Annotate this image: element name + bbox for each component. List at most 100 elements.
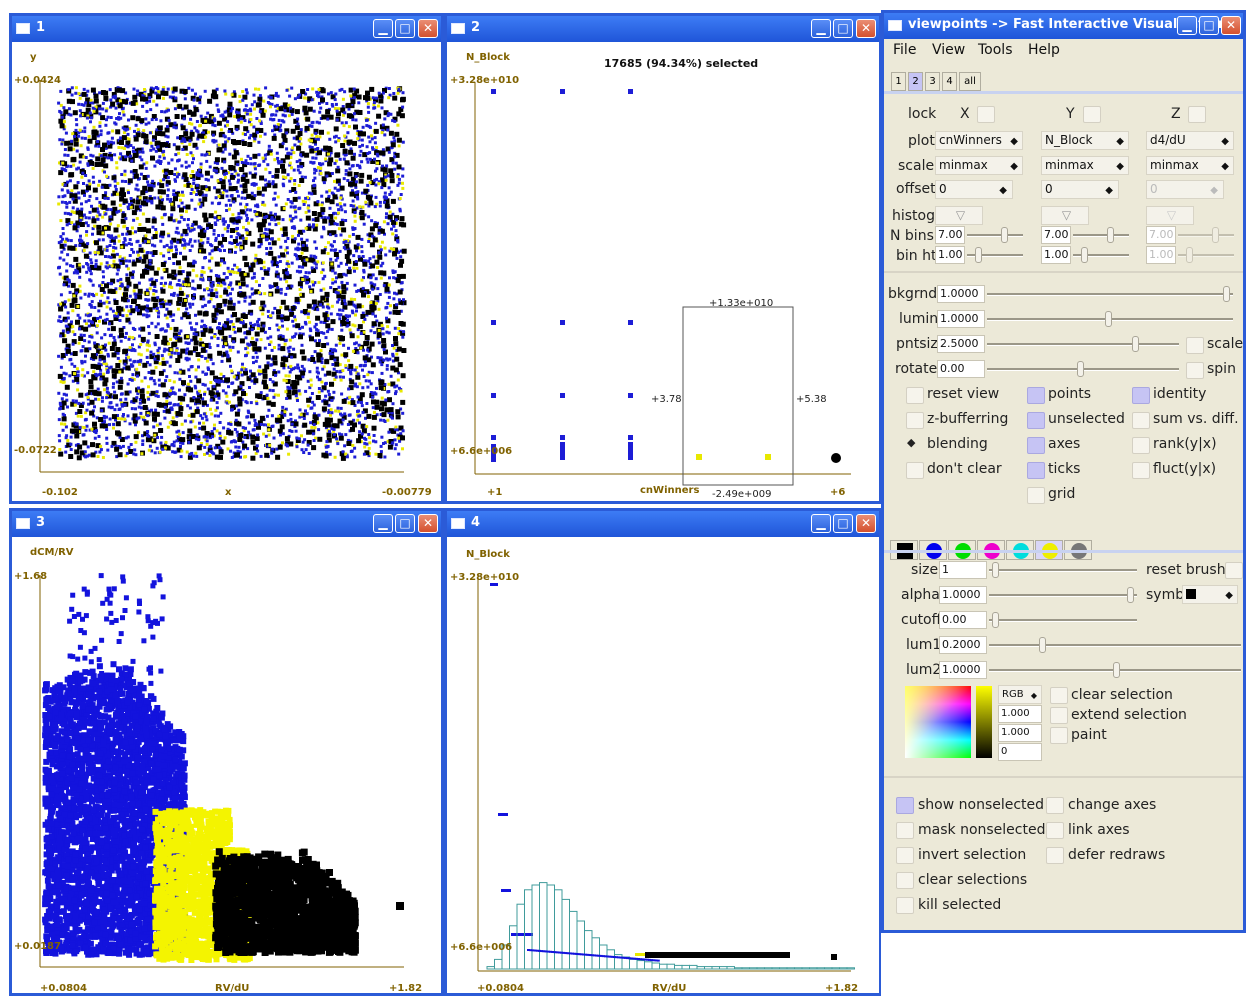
plot-y-select[interactable]: N_Block◆: [1041, 131, 1129, 150]
size-slider[interactable]: [989, 561, 1137, 579]
scale-x-select[interactable]: minmax◆: [935, 156, 1023, 175]
slider-knob[interactable]: [1077, 361, 1084, 377]
plot-z-select[interactable]: d4/dU◆: [1146, 131, 1234, 150]
lum2-field[interactable]: 1.0000: [939, 661, 987, 679]
scatter-plot-1[interactable]: y +0.0424 -0.0722 -0.102 x -0.00779: [12, 42, 441, 501]
rotate-field[interactable]: 0.00: [937, 360, 985, 378]
tab-1[interactable]: 1: [891, 72, 906, 91]
red-field[interactable]: 1.000: [998, 705, 1042, 723]
control-panel-window[interactable]: viewpoints -> Fast Interactive Visualiza…: [881, 10, 1246, 996]
binht-y-slider[interactable]: [1073, 246, 1129, 264]
plot-4-canvas[interactable]: [447, 537, 879, 993]
rotate-slider[interactable]: [987, 360, 1179, 378]
plot-window-2[interactable]: 2 ▁ □ ✕ N_Block 17685 (94.34%) selected …: [444, 13, 882, 504]
invert-selection-checkbox[interactable]: [896, 847, 914, 864]
mask-nonselected-checkbox[interactable]: [896, 822, 914, 839]
close-icon[interactable]: ✕: [1221, 16, 1241, 35]
close-icon[interactable]: ✕: [418, 514, 438, 533]
nbins-z-slider[interactable]: [1178, 226, 1234, 244]
binht-x-field[interactable]: 1.00: [935, 246, 965, 264]
nbins-x-slider[interactable]: [967, 226, 1023, 244]
green-field[interactable]: 1.000: [998, 724, 1042, 742]
window-3-titlebar[interactable]: 3 ▁ □ ✕: [12, 511, 441, 537]
lum1-field[interactable]: 0.2000: [939, 636, 987, 654]
clear-selection-checkbox[interactable]: [1050, 687, 1068, 704]
nbins-y-field[interactable]: 7.00: [1041, 226, 1071, 244]
binht-y-field[interactable]: 1.00: [1041, 246, 1071, 264]
maximize-icon[interactable]: □: [833, 514, 853, 533]
scatter-plot-3[interactable]: dCM/RV +1.68 +0.0187 +0.0804 RV/dU +1.82: [12, 537, 441, 993]
lumin-field[interactable]: 1.0000: [937, 310, 985, 328]
slider-knob[interactable]: [992, 562, 999, 578]
nbins-x-field[interactable]: 7.00: [935, 226, 965, 244]
clear-selections-checkbox[interactable]: [896, 872, 914, 889]
rank-checkbox[interactable]: [1132, 437, 1150, 454]
plot-1-canvas[interactable]: [12, 42, 441, 501]
lock-x-checkbox[interactable]: [977, 106, 995, 123]
grid-checkbox[interactable]: [1027, 487, 1045, 504]
lock-y-checkbox[interactable]: [1083, 106, 1101, 123]
close-icon[interactable]: ✕: [856, 514, 876, 533]
spin-checkbox[interactable]: [1186, 362, 1204, 379]
tab-3[interactable]: 3: [925, 72, 940, 91]
lum1-slider[interactable]: [989, 636, 1241, 654]
offset-z-spinner[interactable]: 0◆: [1146, 180, 1224, 199]
blending-updown-icon[interactable]: ◆: [907, 436, 915, 449]
plot-3-canvas[interactable]: [12, 537, 441, 993]
tab-4[interactable]: 4: [942, 72, 957, 91]
histog-y-toggle[interactable]: ▽: [1041, 206, 1089, 225]
window-4-titlebar[interactable]: 4 ▁ □ ✕: [447, 511, 879, 537]
slider-knob[interactable]: [1039, 637, 1046, 653]
change-axes-checkbox[interactable]: [1046, 797, 1064, 814]
scale-z-select[interactable]: minmax◆: [1146, 156, 1234, 175]
extend-selection-checkbox[interactable]: [1050, 707, 1068, 724]
plot-window-1[interactable]: 1 ▁ □ ✕ y +0.0424 -0.0722 -0.102 x -0.00…: [9, 13, 444, 504]
slider-knob[interactable]: [992, 612, 999, 628]
scatter-plot-4[interactable]: N_Block +3.28e+010 +6.6e+006 +0.0804 RV/…: [447, 537, 879, 993]
slider-knob[interactable]: [1186, 247, 1193, 263]
maximize-icon[interactable]: □: [395, 514, 415, 533]
axes-checkbox[interactable]: [1027, 437, 1045, 454]
slider-knob[interactable]: [1107, 227, 1114, 243]
tab-all[interactable]: all: [959, 72, 981, 91]
slider-knob[interactable]: [1132, 336, 1139, 352]
window-2-titlebar[interactable]: 2 ▁ □ ✕: [447, 16, 879, 42]
control-panel-titlebar[interactable]: viewpoints -> Fast Interactive Visualiza…: [884, 13, 1243, 39]
pntsiz-slider[interactable]: [987, 335, 1179, 353]
scale-checkbox[interactable]: [1186, 337, 1204, 354]
histog-z-toggle[interactable]: ▽: [1146, 206, 1194, 225]
minimize-icon[interactable]: ▁: [373, 19, 393, 38]
unselected-checkbox[interactable]: [1027, 412, 1045, 429]
close-icon[interactable]: ✕: [418, 19, 438, 38]
alpha-slider[interactable]: [989, 586, 1137, 604]
pntsiz-field[interactable]: 2.5000: [937, 335, 985, 353]
dont-clear-checkbox[interactable]: [906, 462, 924, 479]
cutoff-field[interactable]: 0.00: [939, 611, 987, 629]
symbol-select[interactable]: ◆: [1182, 585, 1238, 604]
slider-knob[interactable]: [975, 247, 982, 263]
slider-knob[interactable]: [1212, 227, 1219, 243]
nbins-y-slider[interactable]: [1073, 226, 1129, 244]
offset-x-spinner[interactable]: 0◆: [935, 180, 1013, 199]
luminance-bar[interactable]: [976, 686, 992, 758]
defer-redraws-checkbox[interactable]: [1046, 847, 1064, 864]
menu-view[interactable]: View: [932, 42, 965, 58]
z-buffering-checkbox[interactable]: [906, 412, 924, 429]
plot-2-canvas[interactable]: [447, 42, 879, 501]
plot-window-3[interactable]: 3 ▁ □ ✕ dCM/RV +1.68 +0.0187 +0.0804 RV/…: [9, 508, 444, 996]
menu-help[interactable]: Help: [1028, 42, 1060, 58]
size-field[interactable]: 1: [939, 561, 987, 579]
binht-z-slider[interactable]: [1178, 246, 1234, 264]
menu-file[interactable]: File: [893, 42, 916, 58]
slider-knob[interactable]: [1105, 311, 1112, 327]
maximize-icon[interactable]: □: [833, 19, 853, 38]
binht-z-field[interactable]: 1.00: [1146, 246, 1176, 264]
lumin-slider[interactable]: [987, 310, 1233, 328]
lum2-slider[interactable]: [989, 661, 1241, 679]
binht-x-slider[interactable]: [967, 246, 1023, 264]
show-nonselected-checkbox[interactable]: [896, 797, 914, 814]
plot-window-4[interactable]: 4 ▁ □ ✕ N_Block +3.28e+010 +6.6e+006 +0.…: [444, 508, 882, 996]
paint-checkbox[interactable]: [1050, 727, 1068, 744]
slider-knob[interactable]: [1113, 662, 1120, 678]
rgb-select[interactable]: RGB◆: [998, 685, 1042, 704]
